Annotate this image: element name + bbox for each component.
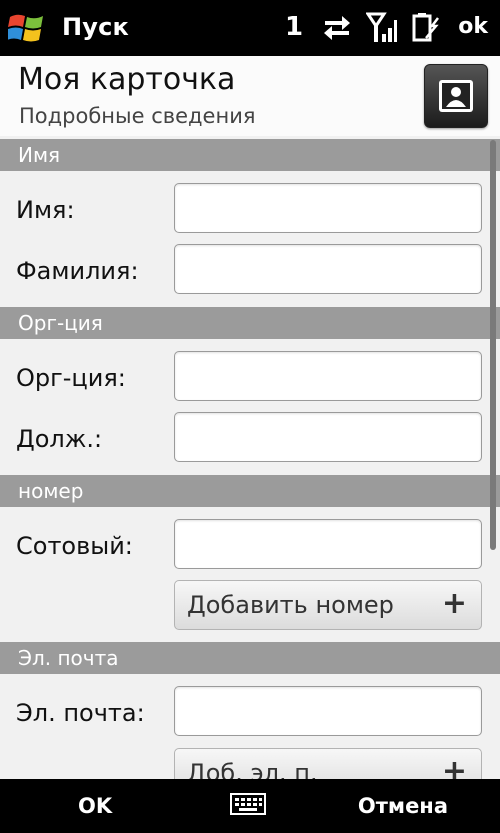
email-label: Эл. почта:	[16, 699, 145, 727]
section-header-number: номер	[0, 475, 500, 507]
ok-softkey[interactable]: OK	[78, 794, 112, 818]
job-title-label: Долж.:	[16, 425, 103, 453]
mobile-field[interactable]	[174, 519, 482, 569]
section-header-org: Орг-ция	[0, 307, 500, 339]
organization-field[interactable]	[174, 351, 482, 401]
signal-strength-icon	[365, 12, 398, 48]
section-header-email: Эл. почта	[0, 642, 500, 674]
organization-label: Орг-ция:	[16, 364, 126, 392]
page-title: Моя карточка	[18, 62, 236, 97]
add-number-label: Добавить номер	[187, 591, 394, 619]
first-name-label: Имя:	[16, 196, 75, 224]
keyboard-icon[interactable]	[230, 792, 266, 820]
ok-top-button[interactable]: ok	[458, 14, 488, 39]
last-name-label: Фамилия:	[16, 257, 139, 285]
last-name-field[interactable]	[174, 244, 482, 294]
contact-photo-button[interactable]	[424, 64, 488, 128]
job-title-field[interactable]	[174, 412, 482, 462]
first-name-field[interactable]	[174, 183, 482, 233]
start-menu-label[interactable]: Пуск	[62, 13, 129, 41]
cancel-softkey[interactable]: Отмена	[358, 794, 448, 818]
notification-count[interactable]: 1	[285, 12, 303, 42]
contact-card-icon	[439, 80, 473, 112]
battery-icon	[412, 12, 440, 48]
scrollbar[interactable]	[490, 140, 496, 550]
page-subtitle: Подробные сведения	[19, 104, 256, 128]
status-bar: Пуск 1 ok	[0, 0, 500, 56]
windows-logo-icon[interactable]	[7, 10, 46, 46]
section-header-name: Имя	[0, 139, 500, 171]
email-field[interactable]	[174, 686, 482, 736]
data-transfer-icon	[322, 12, 352, 46]
mobile-label: Сотовый:	[16, 532, 133, 560]
softkey-bar: OK Отмена	[0, 779, 500, 833]
page-header: Моя карточка Подробные сведения	[0, 56, 500, 136]
add-number-button[interactable]: Добавить номер +	[174, 580, 482, 630]
plus-icon: +	[441, 586, 467, 621]
